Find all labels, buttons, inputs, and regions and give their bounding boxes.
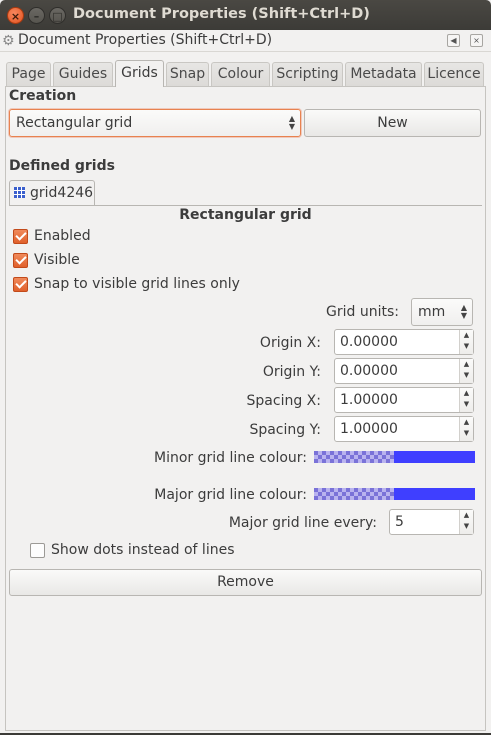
visible-label: Visible (34, 252, 80, 268)
grid-type-select[interactable]: Rectangular grid ▲ ▼ (9, 109, 301, 137)
grid-units-select[interactable]: mm ▲ ▼ (411, 298, 473, 326)
minor-colour-label: Minor grid line colour: (153, 450, 307, 466)
tab-licence[interactable]: Licence (424, 62, 484, 87)
spacing-x-label: Spacing X: (246, 393, 321, 409)
window-title: Document Properties (Shift+Ctrl+D) (73, 6, 370, 22)
defined-grids-heading: Defined grids (9, 158, 115, 174)
grid-units-value: mm (418, 304, 446, 320)
window-minimize-button[interactable]: – (28, 7, 45, 24)
grid-icon (14, 187, 25, 198)
origin-x-label: Origin X: (259, 335, 321, 351)
minor-colour-swatch[interactable] (314, 451, 475, 463)
checkbox-checked-icon (13, 277, 28, 292)
tab-colour[interactable]: Colour (211, 62, 270, 87)
major-colour-swatch[interactable] (314, 488, 475, 500)
new-grid-button[interactable]: New (304, 109, 481, 137)
tab-page[interactable]: Page (6, 62, 51, 87)
major-colour-label: Major grid line colour: (154, 487, 307, 503)
spacing-y-input[interactable]: 1.00000 ▲ ▼ (334, 416, 474, 442)
transparency-checker (314, 451, 394, 463)
updown-arrows-icon: ▲ ▼ (288, 114, 295, 131)
close-icon[interactable]: × (470, 34, 483, 47)
spin-arrows-icon[interactable]: ▲ ▼ (459, 388, 473, 412)
dock-title: Document Properties (Shift+Ctrl+D) (18, 32, 273, 48)
tab-grids[interactable]: Grids (115, 60, 164, 87)
grid-units-label: Grid units: (326, 304, 399, 320)
checkbox-checked-icon (13, 253, 28, 268)
major-every-label: Major grid line every: (228, 515, 377, 531)
remove-grid-button[interactable]: Remove (9, 569, 482, 596)
origin-y-label: Origin Y: (262, 364, 321, 380)
spacing-x-input[interactable]: 1.00000 ▲ ▼ (334, 387, 474, 413)
checkbox-unchecked-icon (30, 543, 45, 558)
minor-colour-fill (394, 451, 475, 463)
spacing-y-label: Spacing Y: (249, 422, 321, 438)
spin-arrows-icon[interactable]: ▲ ▼ (459, 330, 473, 354)
major-every-value: 5 (395, 514, 404, 530)
spacing-x-value: 1.00000 (340, 392, 398, 408)
show-dots-label: Show dots instead of lines (51, 542, 235, 558)
spacing-y-value: 1.00000 (340, 421, 398, 437)
tab-metadata[interactable]: Metadata (345, 62, 422, 87)
grid-type-value: Rectangular grid (16, 115, 133, 131)
checkbox-checked-icon (13, 229, 28, 244)
origin-y-value: 0.00000 (340, 363, 398, 379)
enabled-label: Enabled (34, 228, 91, 244)
tab-snap[interactable]: Snap (166, 62, 209, 87)
window-close-button[interactable]: × (7, 7, 24, 24)
dock-header: ⚙ Document Properties (Shift+Ctrl+D) ◀ × (0, 30, 491, 52)
window-titlebar: × – □ Document Properties (Shift+Ctrl+D) (0, 0, 491, 30)
dock-left-icon[interactable]: ◀ (447, 34, 460, 47)
grid-settings-heading: Rectangular grid (179, 207, 312, 223)
origin-x-input[interactable]: 0.00000 ▲ ▼ (334, 329, 474, 355)
tab-guides[interactable]: Guides (53, 62, 113, 87)
major-colour-fill (394, 488, 475, 500)
creation-heading: Creation (9, 88, 77, 104)
gear-icon[interactable]: ⚙ (2, 33, 15, 49)
origin-y-input[interactable]: 0.00000 ▲ ▼ (334, 358, 474, 384)
snap-visible-only-label: Snap to visible grid lines only (34, 276, 240, 292)
spin-arrows-icon[interactable]: ▲ ▼ (459, 417, 473, 441)
origin-x-value: 0.00000 (340, 334, 398, 350)
major-every-input[interactable]: 5 ▲ ▼ (389, 509, 474, 535)
tab-scripting[interactable]: Scripting (272, 62, 343, 87)
tab-grid4246[interactable]: grid4246 (9, 180, 95, 206)
spin-arrows-icon[interactable]: ▲ ▼ (459, 359, 473, 383)
window-maximize-button[interactable]: □ (49, 7, 66, 24)
transparency-checker (314, 488, 394, 500)
updown-arrows-icon: ▲ ▼ (460, 303, 467, 320)
grid-tab-label: grid4246 (30, 185, 94, 201)
spin-arrows-icon[interactable]: ▲ ▼ (459, 510, 473, 534)
